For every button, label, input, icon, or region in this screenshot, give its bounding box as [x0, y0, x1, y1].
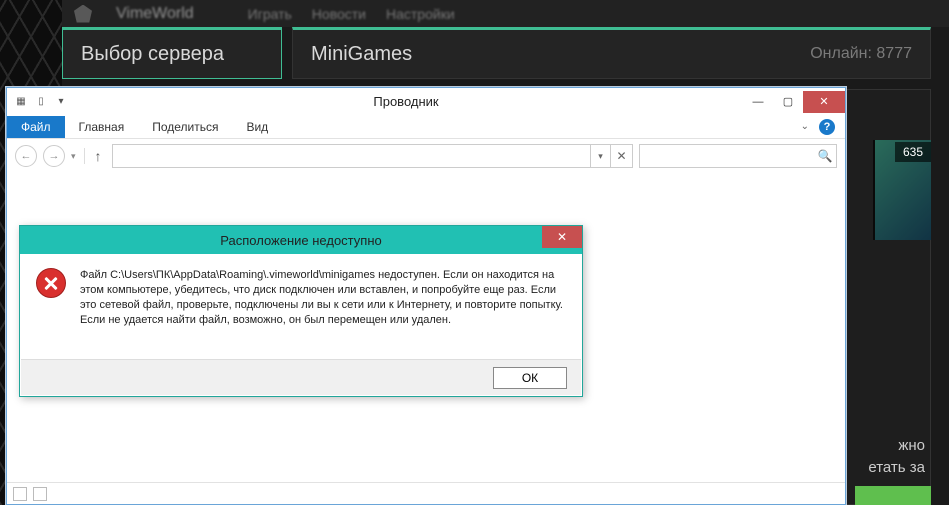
qat-dropdown-icon[interactable]: ▾ — [53, 94, 69, 110]
tab-server-select[interactable]: Выбор сервера — [62, 27, 282, 79]
header-nav: Играть Новости Настройки — [248, 6, 455, 22]
nav-play[interactable]: Играть — [248, 6, 292, 22]
search-icon[interactable]: 🔍 — [814, 149, 836, 163]
tab-share[interactable]: Поделиться — [138, 116, 232, 138]
explorer-titlebar[interactable]: ▦ ▯ ▾ Проводник — ▢ ✕ — [7, 88, 845, 115]
ribbon-tabs: Файл Главная Поделиться Вид ⌄ ? — [7, 115, 845, 139]
quick-access-toolbar: ▦ ▯ ▾ — [7, 94, 69, 110]
recent-dropdown-icon[interactable]: ▾ — [71, 151, 76, 162]
tab-minigames-label: MiniGames — [311, 43, 412, 66]
tab-minigames[interactable]: MiniGames Онлайн: 8777 — [292, 27, 931, 79]
dialog-close-button[interactable]: ✕ — [542, 226, 582, 248]
error-dialog: Расположение недоступно ✕ Файл C:\Users\… — [19, 225, 583, 397]
minimize-button[interactable]: — — [743, 91, 773, 113]
new-folder-icon[interactable]: ▯ — [33, 94, 49, 110]
ok-button[interactable]: ОК — [493, 367, 567, 389]
chevron-down-icon[interactable]: ⌄ — [801, 121, 809, 132]
tab-file[interactable]: Файл — [7, 116, 65, 138]
app-header: VimeWorld Играть Новости Настройки — [62, 0, 949, 27]
tab-home[interactable]: Главная — [65, 116, 139, 138]
up-button[interactable]: ↑ — [84, 148, 106, 164]
thumbnail-badge: 635 — [895, 142, 931, 162]
explorer-title: Проводник — [69, 94, 743, 109]
nav-news[interactable]: Новости — [312, 6, 366, 22]
back-button[interactable]: ← — [15, 145, 37, 167]
status-bar — [7, 482, 845, 504]
maximize-button[interactable]: ▢ — [773, 91, 803, 113]
icons-view-icon[interactable] — [33, 487, 47, 501]
search-input[interactable] — [640, 149, 814, 163]
logo-icon — [74, 5, 92, 23]
ribbon-right: ⌄ ? — [801, 119, 845, 135]
tab-server-label: Выбор сервера — [81, 43, 224, 66]
address-bar[interactable]: ▾ ✕ — [112, 144, 633, 168]
details-view-icon[interactable] — [13, 487, 27, 501]
navigation-row: ← → ▾ ↑ ▾ ✕ 🔍 — [7, 139, 845, 173]
online-count: Онлайн: 8777 — [810, 45, 912, 63]
partial-text-1: жно — [868, 435, 925, 457]
dialog-title: Расположение недоступно — [220, 233, 381, 248]
refresh-icon[interactable]: ✕ — [610, 145, 632, 167]
server-bar: Выбор сервера MiniGames Онлайн: 8777 — [62, 27, 931, 79]
search-box[interactable]: 🔍 — [639, 144, 837, 168]
forward-button[interactable]: → — [43, 145, 65, 167]
dialog-footer: ОК — [21, 359, 581, 395]
window-controls: — ▢ ✕ — [743, 91, 845, 113]
properties-icon[interactable]: ▦ — [13, 94, 29, 110]
tab-view[interactable]: Вид — [232, 116, 282, 138]
partial-text-2: етать за — [868, 457, 925, 479]
error-icon — [36, 268, 66, 298]
close-button[interactable]: ✕ — [803, 91, 845, 113]
brand-name: VimeWorld — [116, 5, 194, 23]
address-dropdown-icon[interactable]: ▾ — [590, 145, 610, 167]
dialog-titlebar[interactable]: Расположение недоступно ✕ — [20, 226, 582, 254]
green-button-partial[interactable] — [855, 486, 931, 505]
dialog-message: Файл C:\Users\ПК\AppData\Roaming\.vimewo… — [80, 268, 566, 327]
partial-text: жно етать за — [868, 435, 925, 479]
help-icon[interactable]: ? — [819, 119, 835, 135]
ok-label: ОК — [522, 371, 538, 385]
nav-settings[interactable]: Настройки — [386, 6, 455, 22]
dialog-body: Файл C:\Users\ПК\AppData\Roaming\.vimewo… — [20, 254, 582, 337]
address-input[interactable] — [113, 145, 590, 167]
